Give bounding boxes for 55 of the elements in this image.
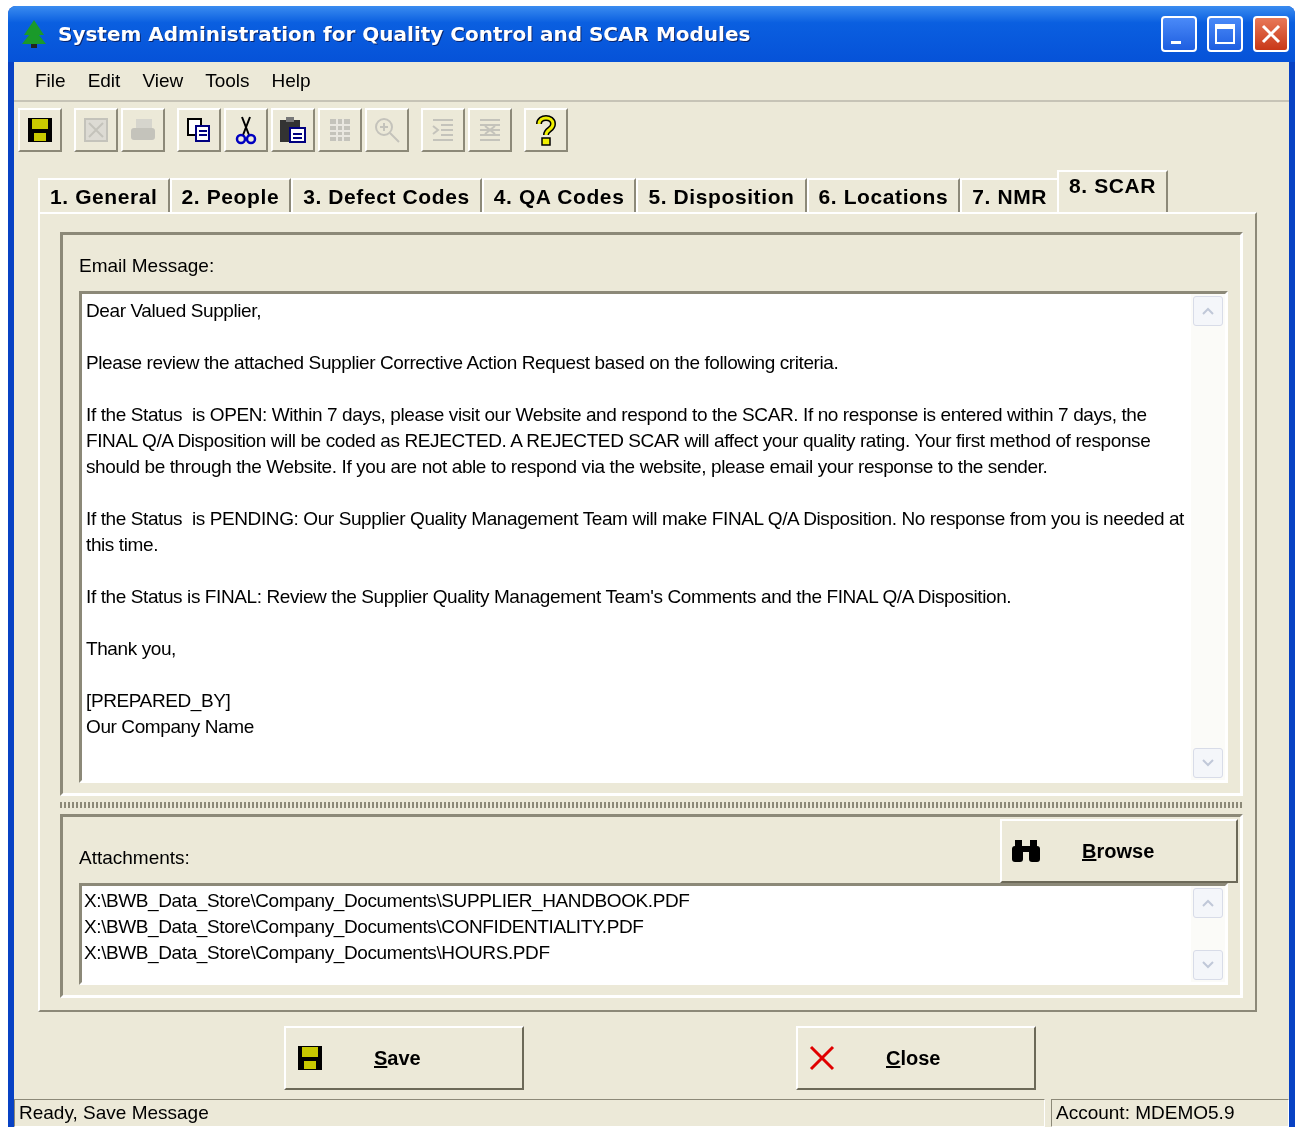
attachment-item[interactable]: X:\BWB_Data_Store\Company_Documents\HOURS.PDF [84,940,1189,966]
status-message: Ready, Save Message [14,1099,1045,1127]
message-text: Please review the attached Supplier Corrective Action Request based on the following criteria. [86,351,840,375]
toolbar-button[interactable] [18,108,62,152]
menu-item[interactable]: View [131,70,195,92]
message-text: Dear Valued Supplier, [86,299,263,323]
maximize-icon [1214,23,1236,45]
attachment-item[interactable]: X:\BWB_Data_Store\Company_Documents\SUPPLIER_HANDBOOK.PDF [84,888,1189,914]
tab[interactable]: 2. People [169,178,292,212]
minimize-icon [1171,40,1181,44]
scissors-icon [235,115,257,145]
splitter[interactable] [60,802,1243,808]
menu-item[interactable]: Help [260,70,322,92]
message-text: Thank you, [86,637,177,661]
message-text: If the Status is PENDING: Our Supplier Quality Management Team will make FINAL Q/A Disposition. No response from you is needed at this time. [86,507,1185,557]
message-text: If the Status is FINAL: Review the Supplier Quality Management Team's Comments and the FINAL Q/A Disposition. [86,585,1013,609]
minimize-button[interactable] [1161,16,1197,52]
email-label: Email Message: [79,255,216,277]
menu-item[interactable]: File [24,70,77,92]
magnifier-icon [372,115,402,145]
maximize-button[interactable] [1207,16,1243,52]
toolbar-button[interactable] [177,108,221,152]
tab[interactable]: 1. General [38,178,170,212]
toolbar-button[interactable] [524,108,568,152]
spreadsheet-icon [82,116,110,144]
menu-item[interactable]: Edit [76,70,132,92]
tab[interactable]: 5. Disposition [636,178,807,212]
account-status: Account: MDEMO5.9 [1051,1099,1289,1127]
tab[interactable]: 6. Locations [806,178,961,212]
binoculars-icon [1010,838,1042,864]
message-text: If the Status is OPEN: Within 7 days, please visit our Website and respond to the SCAR. If no response is entered within 7 days, the FINAL Q/A Disposition will be coded as REJECTED. A REJECTED SCAR will affect your quality rating. Your first method of response should be through the Website. If you are not able to respond via the website, please email your response to the sender. [86,403,1152,479]
browse-button[interactable]: Browse [1000,819,1238,883]
window-title: System Administration for Quality Control and SCAR Modules [58,22,752,46]
close-icon [808,1044,836,1072]
close-icon [1260,23,1282,45]
attachments-label: Attachments: [79,847,190,869]
tree-icon [20,19,48,49]
message-text: Our Company Name [86,715,255,739]
attachment-item[interactable]: X:\BWB_Data_Store\Company_Documents\CONFIDENTIALITY.PDF [84,914,1189,940]
tab[interactable]: 7. NMR [960,178,1060,212]
clipboard-icon [278,115,308,145]
attachments-list[interactable]: X:\BWB_Data_Store\Company_Documents\SUPPLIER_HANDBOOK.PDF X:\BWB_Data_Store\Company_Documents\CONFIDENTIALITY.PDF X:\BWB_Data_Store\Company_Documents\HOURS.PDF [79,883,1228,985]
tab[interactable]: 4. QA Codes [481,178,637,212]
tab[interactable]: 3. Defect Codes [291,178,482,212]
toolbar-button[interactable] [271,108,315,152]
help-icon [533,114,559,146]
close-button[interactable]: Close [796,1026,1036,1090]
tab[interactable]: 8. SCAR [1057,170,1169,212]
save-button[interactable]: Save [284,1026,524,1090]
email-message-field[interactable] [79,291,1228,783]
copy-icon [185,116,213,144]
message-text: [PREPARED_BY] [86,689,232,714]
menu-item[interactable]: Tools [194,70,261,92]
toolbar-button[interactable] [224,108,268,152]
close-button[interactable] [1253,16,1289,52]
